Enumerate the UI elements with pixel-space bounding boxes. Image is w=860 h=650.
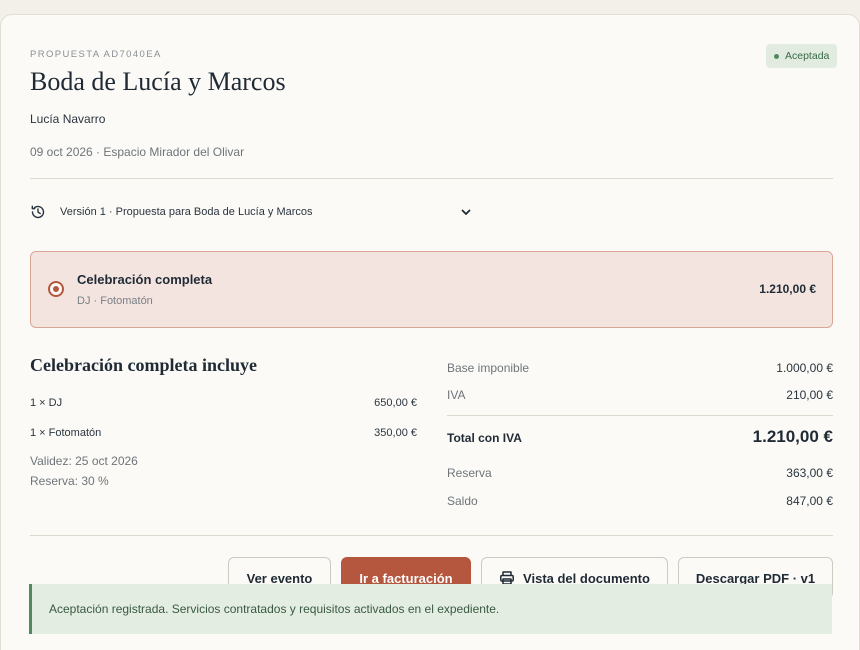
status-label: Aceptada: [785, 50, 830, 62]
line-item: 1 × Fotomatón 350,00 €: [30, 427, 417, 439]
option-title: Celebración completa: [77, 272, 213, 287]
radio-selected-dot: [53, 286, 59, 292]
line-item-label: 1 × Fotomatón: [30, 427, 102, 439]
line-item-price: 350,00 €: [374, 427, 417, 439]
summary-base-value: 1.000,00 €: [776, 361, 833, 375]
version-label: Versión 1 · Propuesta para Boda de Lucía…: [60, 206, 313, 218]
page-title: Boda de Lucía y Marcos: [30, 67, 286, 96]
option-radio[interactable]: [48, 281, 64, 297]
option-subtitle: DJ · Fotomatón: [77, 295, 153, 307]
divider: [30, 535, 833, 536]
line-item-label: 1 × DJ: [30, 397, 63, 409]
summary-reserva-value: 363,00 €: [786, 466, 833, 480]
summary-iva-label: IVA: [447, 388, 466, 402]
deposit-percent: Reserva: 30 %: [30, 474, 109, 488]
history-icon: [31, 205, 45, 219]
option-price: 1.210,00 €: [759, 282, 816, 296]
summary-saldo-value: 847,00 €: [786, 494, 833, 508]
summary-total: Total con IVA 1.210,00 €: [447, 427, 833, 447]
version-selector[interactable]: Versión 1 · Propuesta para Boda de Lucía…: [30, 201, 472, 223]
proposal-card: PROPUESTA AD7040EA Aceptada Boda de Lucí…: [0, 14, 860, 650]
summary-saldo: Saldo 847,00 €: [447, 494, 833, 508]
success-alert: Aceptación registrada. Servicios contrat…: [29, 584, 832, 634]
summary-total-label: Total con IVA: [447, 431, 522, 445]
line-item: 1 × DJ 650,00 €: [30, 397, 417, 409]
summary-reserva: Reserva 363,00 €: [447, 466, 833, 480]
option-celebracion-completa[interactable]: Celebración completa DJ · Fotomatón 1.21…: [30, 251, 833, 328]
proposal-id: PROPUESTA AD7040EA: [30, 49, 162, 60]
includes-title: Celebración completa incluye: [30, 355, 257, 375]
chevron-down-icon: [461, 209, 471, 215]
status-badge: Aceptada: [766, 44, 838, 68]
client-name: Lucía Navarro: [30, 112, 106, 126]
summary-base: Base imponible 1.000,00 €: [447, 361, 833, 375]
summary-iva-value: 210,00 €: [786, 388, 833, 402]
summary-divider: [447, 415, 833, 416]
line-item-price: 650,00 €: [374, 397, 417, 409]
summary-iva: IVA 210,00 €: [447, 388, 833, 402]
alert-message: Aceptación registrada. Servicios contrat…: [49, 602, 500, 616]
event-meta: 09 oct 2026 · Espacio Mirador del Olivar: [30, 145, 245, 159]
validity: Validez: 25 oct 2026: [30, 454, 138, 468]
status-dot-icon: [774, 53, 779, 59]
divider: [30, 178, 833, 179]
summary-reserva-label: Reserva: [447, 466, 492, 480]
summary-total-value: 1.210,00 €: [752, 427, 833, 446]
summary-saldo-label: Saldo: [447, 494, 478, 508]
summary-base-label: Base imponible: [447, 361, 530, 375]
